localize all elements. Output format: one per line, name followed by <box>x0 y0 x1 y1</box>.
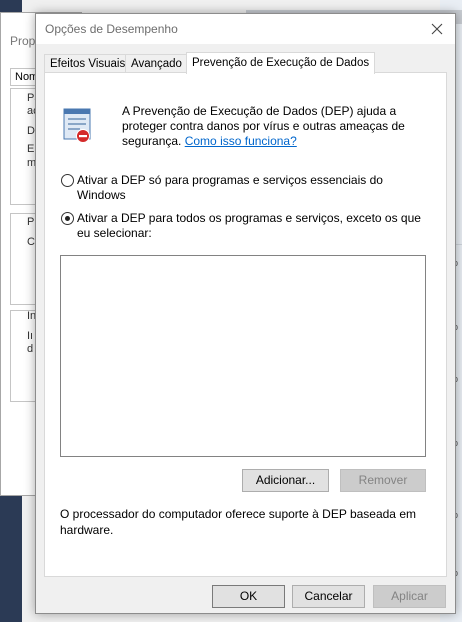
dialog-title: Opções de Desempenho <box>45 22 178 36</box>
how-it-works-link[interactable]: Como isso funciona? <box>185 134 297 148</box>
cancel-button[interactable]: Cancelar <box>292 585 365 608</box>
performance-options-dialog: Opções de Desempenho Efeitos Visuais Ava… <box>35 13 456 614</box>
hardware-support-note: O processador do computador oferece supo… <box>60 507 416 537</box>
dep-description: A Prevenção de Execução de Dados (DEP) a… <box>122 104 422 149</box>
radio-essential-only-button[interactable] <box>61 174 74 187</box>
tab-visual-effects[interactable]: Efeitos Visuais <box>44 54 132 73</box>
apply-button[interactable]: Aplicar <box>373 585 446 608</box>
add-button[interactable]: Adicionar... <box>242 469 329 492</box>
tab-data-execution-prevention[interactable]: Prevenção de Execução de Dados <box>186 52 376 74</box>
radio-all-except-label[interactable]: Ativar a DEP para todos os programas e s… <box>77 211 427 241</box>
background-text: P <box>27 216 35 228</box>
dep-shield-icon <box>60 107 94 145</box>
dep-tab-panel: A Prevenção de Execução de Dados (DEP) a… <box>44 72 447 577</box>
close-icon[interactable] <box>427 19 447 39</box>
radio-all-except-button[interactable] <box>61 212 74 225</box>
background-window-title: Prop <box>10 34 36 48</box>
radio-essential-only-label[interactable]: Ativar a DEP só para programas e serviço… <box>77 173 427 203</box>
background-text: D <box>27 125 35 137</box>
background-text: E <box>27 143 35 155</box>
tab-advanced[interactable]: Avançado <box>125 54 188 73</box>
ok-button[interactable]: OK <box>212 585 285 608</box>
title-bar[interactable]: Opções de Desempenho <box>36 14 455 44</box>
background-text: d <box>27 343 34 355</box>
excluded-programs-list[interactable] <box>60 255 426 457</box>
remove-button[interactable]: Remover <box>340 469 426 492</box>
background-text: C <box>27 236 35 248</box>
background-text: Iı <box>27 330 34 342</box>
